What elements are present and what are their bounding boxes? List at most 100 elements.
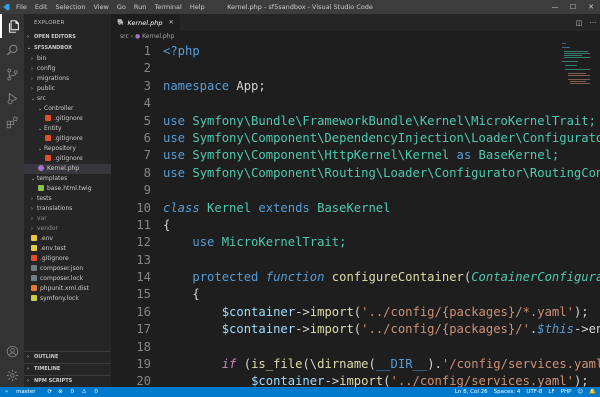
extensions-icon[interactable]	[0, 110, 24, 134]
indentation[interactable]: Spaces: 4	[494, 389, 521, 395]
maximize-button[interactable]: ☐	[564, 0, 582, 14]
tree-file[interactable]: .gitignore	[24, 114, 111, 124]
tree-file[interactable]: .env	[24, 234, 111, 244]
tree-file[interactable]: symfony.lock	[24, 294, 111, 304]
close-tab-icon[interactable]: ✕	[169, 19, 174, 26]
php-file-icon	[38, 164, 44, 171]
git-file-icon	[31, 254, 37, 261]
open-editors-section[interactable]: › OPEN EDITORS	[24, 32, 111, 43]
split-editor-icon[interactable]: ◫	[572, 19, 586, 27]
branch-indicator[interactable]: ⑂ master	[5, 389, 41, 395]
notifications-icon[interactable]: 🔔	[589, 389, 596, 395]
tree-file[interactable]: .gitignore	[24, 134, 111, 144]
code-line: 1 <?php	[111, 43, 600, 60]
php-file-icon: 🐘	[117, 19, 125, 26]
tree-file[interactable]: .gitignore	[24, 154, 111, 164]
editor-actions: ◫ ···	[572, 14, 600, 31]
code-editor[interactable]: 1 <?php 2 3 namespace App; 4 5 use Symfony\Bund…	[111, 43, 600, 387]
run-debug-icon[interactable]	[0, 86, 24, 110]
menu-help[interactable]: Help	[186, 3, 209, 11]
tree-folder[interactable]: ⌄ src	[24, 94, 111, 104]
tree-folder[interactable]: › tests	[24, 194, 111, 204]
settings-gear-icon[interactable]	[0, 363, 24, 387]
tree-item-label: var	[37, 215, 47, 222]
menu-edit[interactable]: Edit	[31, 3, 52, 11]
code-line: 12 use MicroKernelTrait;	[111, 234, 600, 251]
menu-view[interactable]: View	[89, 3, 112, 11]
code-token: ->	[295, 304, 310, 319]
tree-folder[interactable]: › migrations	[24, 74, 111, 84]
editor-scrollbar[interactable]	[592, 43, 600, 387]
code-token: use	[163, 130, 186, 145]
encoding[interactable]: UTF-8	[526, 389, 542, 395]
search-icon[interactable]	[0, 38, 24, 62]
code-token: import	[339, 374, 384, 387]
line-number: 6	[143, 130, 151, 145]
feedback-icon[interactable]: ☺	[577, 389, 583, 395]
line-number: 9	[143, 183, 151, 198]
code-token: BaseKernel	[309, 200, 391, 215]
code-line: 11 {	[111, 217, 600, 234]
tree-file[interactable]: .env.test	[24, 244, 111, 254]
tree-file[interactable]: composer.lock	[24, 274, 111, 284]
cursor-position[interactable]: Ln 8, Col 26	[455, 389, 488, 395]
code-token: (	[236, 357, 252, 372]
tree-folder[interactable]: ⌄ Repository	[24, 144, 111, 154]
tree-file[interactable]: base.html.twig	[24, 184, 111, 194]
tree-folder[interactable]: ⌄ Entity	[24, 124, 111, 134]
code-token: (	[383, 374, 391, 387]
language-mode[interactable]: PHP	[561, 389, 572, 395]
tree-folder[interactable]: › var	[24, 214, 111, 224]
end-of-line[interactable]: LF	[548, 389, 554, 395]
source-control-icon[interactable]	[0, 62, 24, 86]
tree-file[interactable]: Kernel.php	[24, 164, 111, 174]
project-section[interactable]: ⌄ SF5SANDBOX	[24, 43, 111, 54]
tree-folder[interactable]: › translations	[24, 204, 111, 214]
outline-section[interactable]: › OUTLINE	[24, 351, 111, 363]
tree-file[interactable]: phpunit.xml.dist	[24, 284, 111, 294]
window-controls: — ☐ ✕	[546, 0, 600, 14]
code-token: ContainerConfigurator	[471, 270, 600, 285]
twig-file-icon	[38, 184, 44, 191]
code-token: use	[163, 148, 186, 163]
menu-selection[interactable]: Selection	[51, 3, 89, 11]
minimap[interactable]	[562, 43, 590, 103]
tree-folder[interactable]: ⌄ templates	[24, 174, 111, 184]
tree-folder[interactable]: ⌄ Controller	[24, 104, 111, 114]
more-actions-icon[interactable]: ···	[586, 19, 600, 27]
account-icon[interactable]	[0, 339, 24, 363]
menu-terminal[interactable]: Terminal	[150, 3, 185, 11]
tab-kernel-php[interactable]: 🐘 Kernel.php ✕	[111, 14, 181, 31]
breadcrumb-src[interactable]: src	[120, 33, 129, 40]
tree-folder[interactable]: › vendor	[24, 224, 111, 234]
line-number: 16	[136, 304, 151, 319]
warning-icon: ⚠	[81, 389, 89, 395]
explorer-title: EXPLORER	[34, 20, 65, 26]
tree-file[interactable]: .gitignore	[24, 254, 111, 264]
tree-folder[interactable]: › bin	[24, 54, 111, 64]
menu-go[interactable]: Go	[113, 3, 130, 11]
close-window-button[interactable]: ✕	[582, 0, 600, 14]
menu-run[interactable]: Run	[130, 3, 150, 11]
tree-file[interactable]: composer.json	[24, 264, 111, 274]
tab-label: Kernel.php	[127, 18, 163, 27]
chevron-right-icon: ›	[27, 354, 30, 360]
problems-indicator[interactable]: ⊗ 0 ⚠ 0	[58, 389, 104, 395]
code-token: use	[163, 113, 186, 128]
env-file-icon	[31, 234, 37, 241]
tree-folder[interactable]: › public	[24, 84, 111, 94]
code-token: __DIR__	[375, 357, 428, 372]
tree-folder[interactable]: › config	[24, 64, 111, 74]
sync-icon[interactable]: ⟳	[47, 389, 52, 395]
breadcrumb-file[interactable]: Kernel.php	[142, 33, 174, 40]
npm-scripts-section[interactable]: › NPM SCRIPTS	[24, 375, 111, 387]
tree-item-label: Repository	[44, 145, 76, 152]
line-number: 10	[136, 200, 151, 215]
minimize-button[interactable]: —	[546, 0, 564, 14]
timeline-section[interactable]: › TIMELINE	[24, 363, 111, 375]
activity-bar	[0, 14, 24, 387]
explorer-icon[interactable]	[0, 14, 24, 38]
menu-file[interactable]: File	[12, 3, 31, 11]
